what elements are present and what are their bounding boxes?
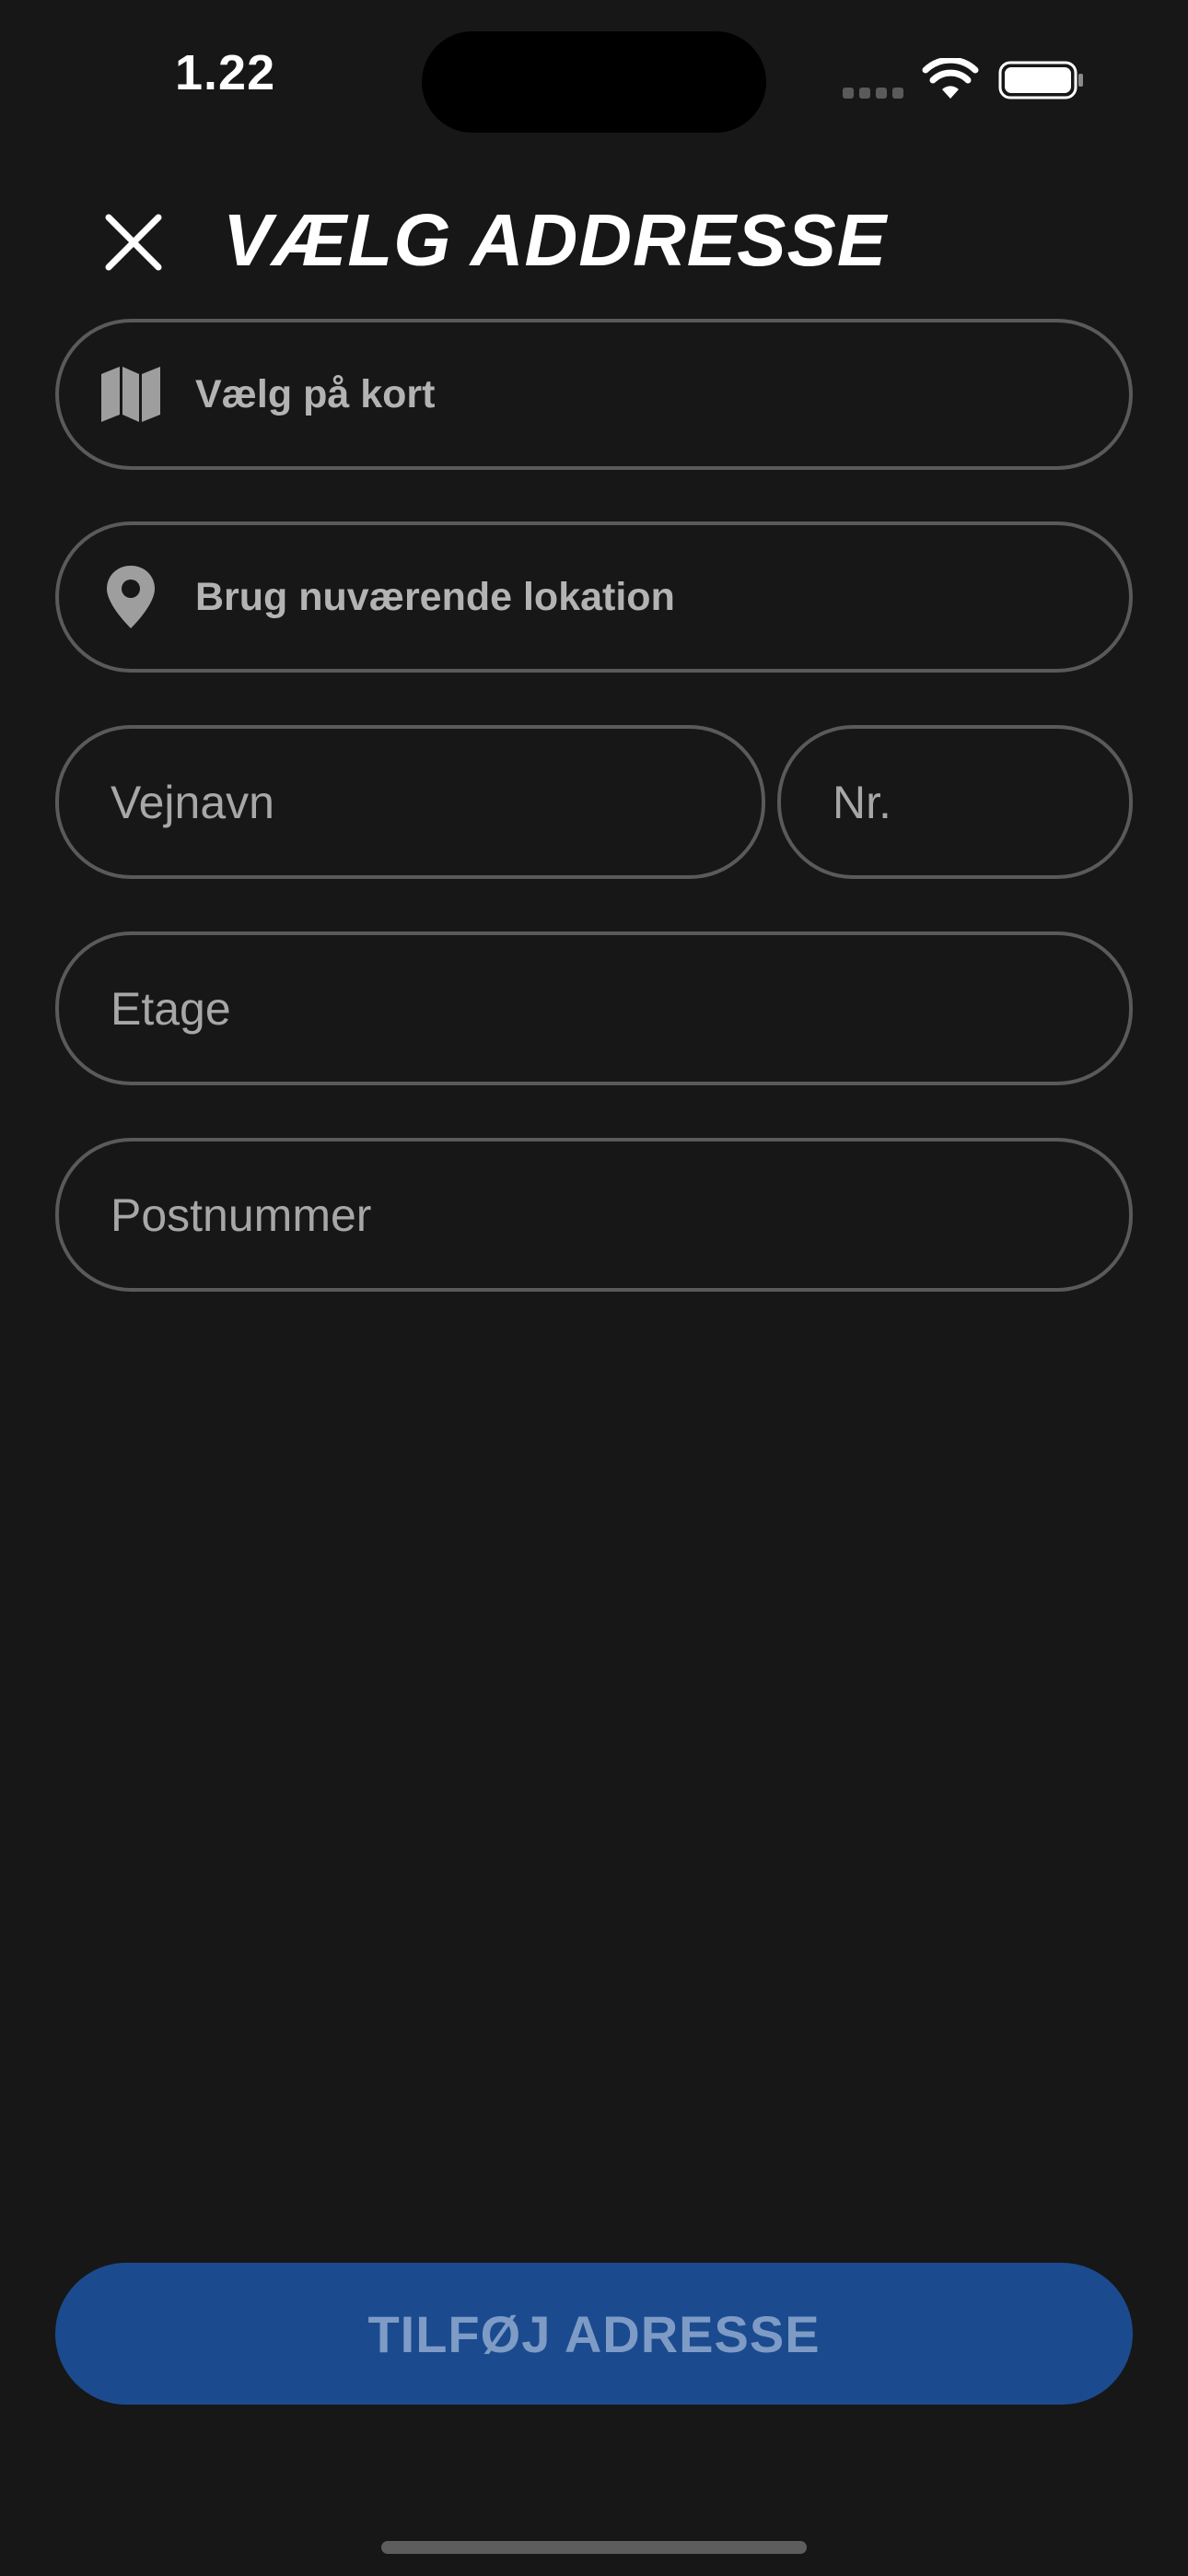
- wifi-icon: [922, 58, 979, 99]
- home-indicator: [381, 2541, 807, 2554]
- status-bar-time: 1.22: [175, 45, 276, 100]
- map-icon: [101, 367, 160, 422]
- add-address-button[interactable]: TILFØJ ADRESSE: [55, 2263, 1133, 2405]
- choose-on-map-button[interactable]: Vælg på kort: [55, 319, 1133, 470]
- add-address-label: TILFØJ ADRESSE: [367, 2304, 821, 2363]
- street-input[interactable]: [111, 729, 725, 875]
- number-field[interactable]: [777, 725, 1133, 879]
- postcode-input[interactable]: [111, 1142, 1092, 1288]
- use-current-location-label: Brug nuværende lokation: [195, 574, 675, 619]
- close-icon[interactable]: [101, 210, 166, 275]
- street-field[interactable]: [55, 725, 765, 879]
- use-current-location-button[interactable]: Brug nuværende lokation: [55, 521, 1133, 673]
- floor-input[interactable]: [111, 935, 1092, 1082]
- cellular-signal-icon: [843, 88, 903, 99]
- floor-field[interactable]: [55, 931, 1133, 1085]
- page-title: VÆLG ADDRESSE: [223, 199, 888, 281]
- location-pin-icon: [107, 566, 155, 628]
- number-input[interactable]: [833, 729, 1092, 875]
- dynamic-island: [422, 31, 766, 133]
- battery-icon: [998, 61, 1083, 100]
- choose-on-map-label: Vælg på kort: [195, 371, 436, 416]
- postcode-field[interactable]: [55, 1138, 1133, 1292]
